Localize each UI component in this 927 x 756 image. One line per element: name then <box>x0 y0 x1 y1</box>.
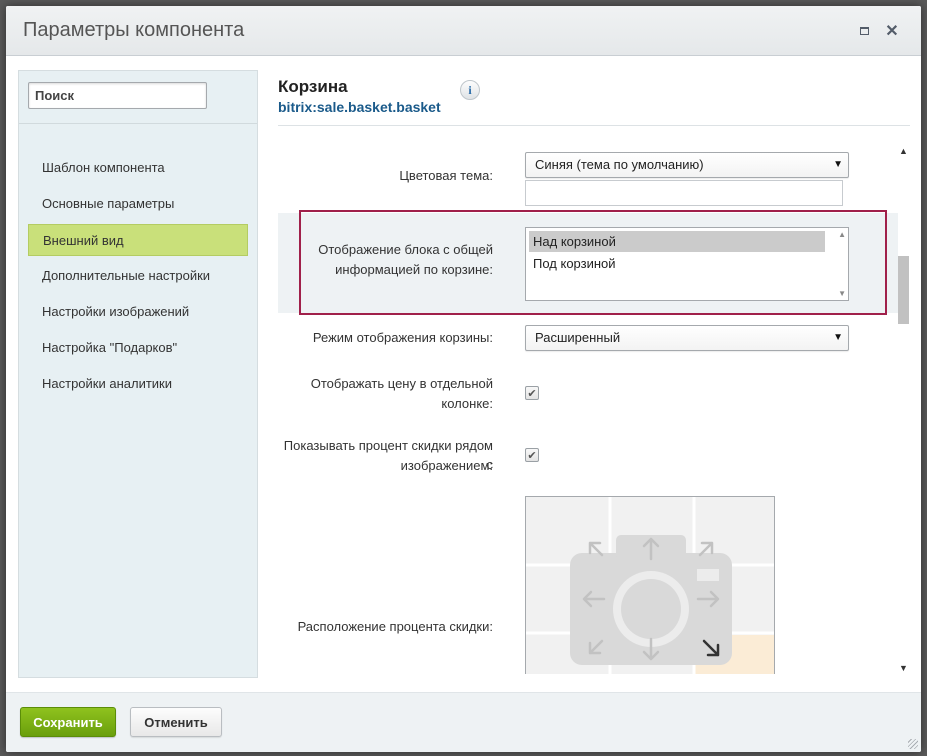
color-theme-custom-input[interactable] <box>525 180 843 206</box>
discount-percent-label-line2: изображением: <box>400 458 493 473</box>
sidebar-item-gifts[interactable]: Настройка "Подарков" <box>28 332 248 364</box>
dialog-footer: Сохранить Отменить <box>6 692 921 752</box>
close-icon[interactable]: ✕ <box>883 22 901 40</box>
chevron-down-icon: ▼ <box>833 332 843 343</box>
highlight-frame <box>299 210 887 315</box>
sidebar: Шаблон компонента Основные параметры Вне… <box>18 70 258 678</box>
price-column-label-line2: колонке: <box>441 396 493 411</box>
discount-percent-checkbox[interactable]: ✔ <box>525 448 539 462</box>
component-settings-dialog: Параметры компонента ✕ Шаблон компонента… <box>6 6 921 752</box>
resize-grip-icon[interactable] <box>908 739 918 749</box>
dialog-titlebar[interactable]: Параметры компонента ✕ <box>6 6 921 56</box>
component-code: bitrix:sale.basket.basket <box>278 99 441 115</box>
sidebar-item-template[interactable]: Шаблон компонента <box>28 152 248 184</box>
component-title: Корзина <box>278 77 348 96</box>
sidebar-item-images[interactable]: Настройки изображений <box>28 296 248 328</box>
sidebar-item-additional[interactable]: Дополнительные настройки <box>28 260 248 292</box>
content-scrollbar[interactable]: ▲ ▼ <box>895 144 912 676</box>
sidebar-divider <box>19 123 257 124</box>
check-icon: ✔ <box>527 449 537 462</box>
discount-position-label: Расположение процента скидки: <box>297 619 493 634</box>
color-theme-value: Синяя (тема по умолчанию) <box>535 157 704 172</box>
chevron-down-icon: ▼ <box>833 159 843 170</box>
display-mode-select[interactable]: Расширенный ▼ <box>525 325 849 351</box>
price-column-label-line1: Отображать цену в отдельной <box>310 376 493 391</box>
check-icon: ✔ <box>527 387 537 400</box>
search-input[interactable] <box>28 82 207 109</box>
scroll-up-icon[interactable]: ▲ <box>895 144 912 159</box>
settings-form: Цветовая тема: Синяя (тема по умолчанию)… <box>278 144 898 674</box>
color-theme-select[interactable]: Синяя (тема по умолчанию) ▼ <box>525 152 849 178</box>
display-mode-value: Расширенный <box>535 330 621 345</box>
sidebar-item-appearance[interactable]: Внешний вид <box>28 224 248 256</box>
position-grid-graphic <box>526 497 774 674</box>
content-divider <box>278 125 910 126</box>
display-mode-label: Режим отображения корзины: <box>312 330 493 345</box>
save-button[interactable]: Сохранить <box>20 707 116 737</box>
dialog-title: Параметры компонента <box>23 19 245 41</box>
maximize-icon[interactable] <box>855 22 873 40</box>
info-icon[interactable]: i <box>460 80 480 100</box>
scroll-thumb[interactable] <box>898 256 909 324</box>
cancel-button[interactable]: Отменить <box>130 707 222 737</box>
settings-content: Корзина bitrix:sale.basket.basket i Цвет… <box>278 70 912 692</box>
sidebar-item-main-params[interactable]: Основные параметры <box>28 188 248 220</box>
color-theme-label: Цветовая тема: <box>399 168 493 183</box>
price-column-checkbox[interactable]: ✔ <box>525 386 539 400</box>
discount-position-picker[interactable] <box>525 496 775 674</box>
scroll-down-icon[interactable]: ▼ <box>895 661 912 676</box>
sidebar-item-analytics[interactable]: Настройки аналитики <box>28 368 248 400</box>
